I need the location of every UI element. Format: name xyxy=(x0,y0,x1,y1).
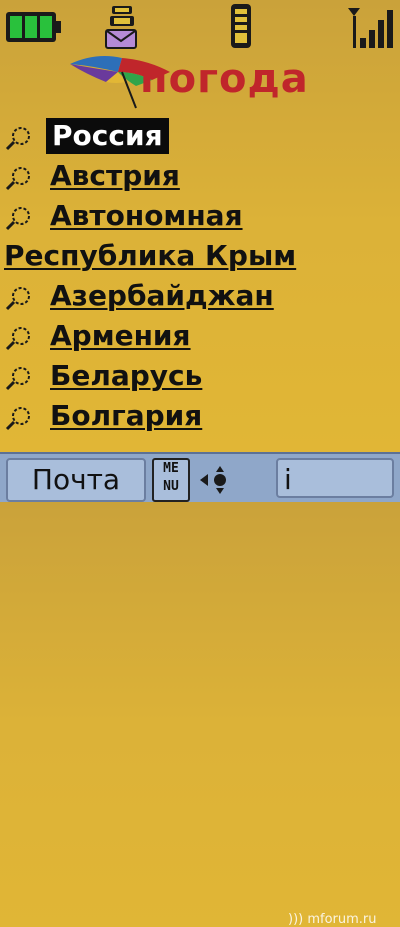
info-softkey[interactable]: i xyxy=(276,458,394,498)
weather-screen: погода Россия Австрия Автономная Республ… xyxy=(0,0,400,927)
softkey-bar: Почта ME NU i ))) mforum.ru xyxy=(0,452,400,927)
menu-key-top: ME xyxy=(163,461,179,476)
page-title: погода xyxy=(140,56,309,102)
menu-key[interactable]: ME NU xyxy=(152,458,190,502)
list-item-label: Автономная xyxy=(50,199,243,232)
list-item[interactable]: Беларусь xyxy=(0,356,400,396)
menu-key-bottom: NU xyxy=(163,479,179,494)
list-item[interactable]: Азербайджан xyxy=(0,276,400,316)
battery-icon xyxy=(6,12,61,42)
list-item-label: Армения xyxy=(50,319,191,352)
message-icon xyxy=(105,6,137,49)
search-icon xyxy=(5,327,30,351)
watermark: ))) mforum.ru xyxy=(288,912,377,927)
list-item-label: Болгария xyxy=(50,399,203,432)
search-icon xyxy=(5,127,30,151)
list-item-label: Австрия xyxy=(50,159,180,192)
phone-info-icon xyxy=(231,4,251,48)
list-item-label: Азербайджан xyxy=(50,279,274,312)
search-icon xyxy=(5,287,30,311)
watermark-text: mforum.ru xyxy=(307,912,377,927)
navigation-dpad-icon[interactable] xyxy=(196,464,236,496)
list-item[interactable]: Австрия xyxy=(0,156,400,196)
mail-softkey[interactable]: Почта xyxy=(6,458,146,502)
search-icon xyxy=(5,407,30,431)
list-item[interactable]: Армения xyxy=(0,316,400,356)
search-icon xyxy=(5,207,30,231)
status-bar xyxy=(0,0,400,52)
search-icon xyxy=(5,367,30,391)
list-item[interactable]: Россия xyxy=(0,116,400,156)
country-list: Россия Австрия Автономная Республика Кры… xyxy=(0,116,400,436)
search-icon xyxy=(5,167,30,191)
list-item-label: Республика Крым xyxy=(4,239,297,272)
signal-icon xyxy=(348,8,393,48)
list-item-label: Россия xyxy=(46,118,169,154)
watermark-logo-icon: ))) xyxy=(288,912,304,927)
list-item[interactable]: Болгария xyxy=(0,396,400,436)
list-item[interactable]: Автономная xyxy=(0,196,400,236)
app-header: погода xyxy=(60,50,360,120)
list-item-label: Беларусь xyxy=(50,359,203,392)
list-item-continuation[interactable]: Республика Крым xyxy=(0,236,400,276)
